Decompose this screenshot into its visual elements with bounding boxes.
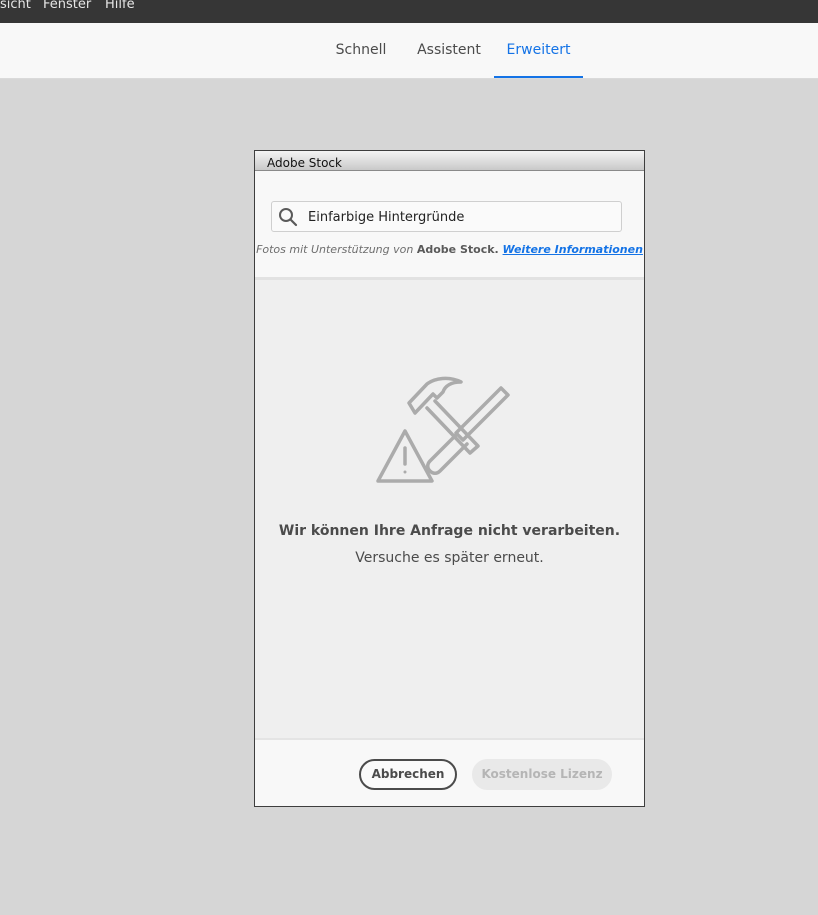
search-input[interactable]	[308, 206, 608, 228]
cancel-button[interactable]: Abbrechen	[359, 759, 457, 790]
tools-warning-icon	[376, 376, 510, 483]
menu-item-hilfe[interactable]: Hilfe	[105, 0, 135, 11]
menu-item-fenster[interactable]: Fenster	[43, 0, 91, 11]
error-subtitle: Versuche es später erneut.	[355, 550, 544, 566]
tab-assistent[interactable]: Assistent	[412, 23, 486, 78]
menu-item-ansicht[interactable]: sicht	[0, 0, 31, 11]
search-field[interactable]	[271, 201, 622, 232]
tab-erweitert[interactable]: Erweitert	[494, 23, 583, 78]
tab-schnell[interactable]: Schnell	[330, 23, 392, 78]
search-icon	[279, 208, 298, 227]
free-license-button[interactable]: Kostenlose Lizenz	[472, 759, 612, 790]
mode-switcher: Schnell Assistent Erweitert	[0, 23, 818, 79]
credit-brand: Adobe Stock	[416, 243, 495, 256]
dialog-title[interactable]: Adobe Stock	[255, 151, 644, 171]
results-area: Wir können Ihre Anfrage nicht verarbeite…	[255, 277, 644, 740]
dialog-footer: Abbrechen Kostenlose Lizenz	[255, 740, 644, 806]
more-info-link[interactable]: Weitere Informationen	[503, 243, 643, 256]
credit-line: Fotos mit Unterstützung von Adobe Stock.…	[255, 243, 644, 256]
error-title: Wir können Ihre Anfrage nicht verarbeite…	[278, 523, 621, 539]
menu-bar: sicht Fenster Hilfe	[0, 0, 818, 23]
credit-prefix: Fotos mit Unterstützung von	[256, 243, 417, 256]
credit-separator: .	[494, 243, 503, 256]
adobe-stock-dialog: Adobe Stock Fotos mit Unterstützung von …	[254, 150, 645, 807]
